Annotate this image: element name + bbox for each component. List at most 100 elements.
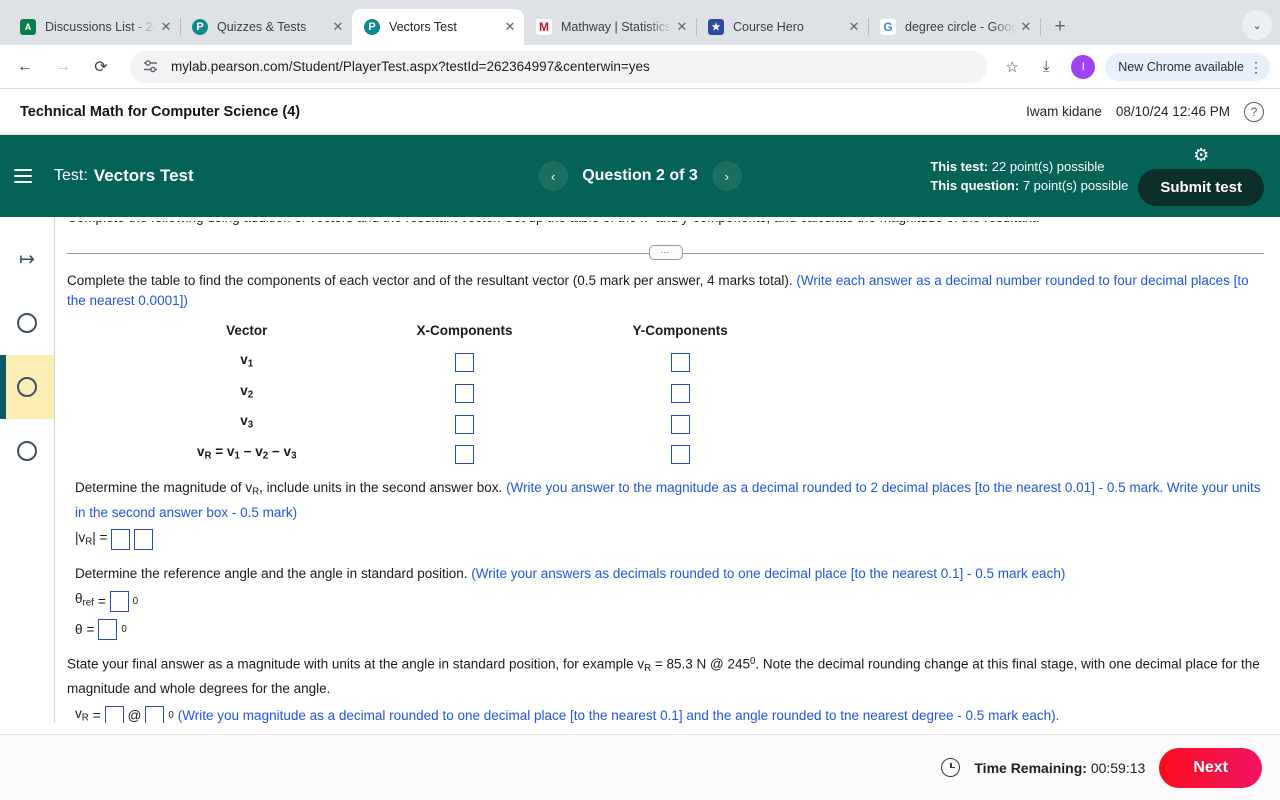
browser-toolbar: ← → ⟳ mylab.pearson.com/Student/PlayerTe… [0, 45, 1280, 89]
answer-input-final-angle[interactable] [145, 705, 165, 723]
row-label-vr: vR = v1 − v2 − v3 [197, 444, 297, 462]
browser-tab-discussions-list[interactable]: A Discussions List - 24 ✕ [8, 9, 181, 45]
download-icon[interactable]: ⤓ [1031, 52, 1061, 82]
tab-title: Quizzes & Tests [217, 20, 307, 34]
reload-icon[interactable]: ⟳ [86, 52, 116, 82]
app-top-bar: Technical Math for Computer Science (4) … [0, 89, 1280, 135]
browser-tab-degree-circle-google[interactable]: G degree circle - Googl ✕ [868, 9, 1041, 45]
degree-symbol: 0 [168, 710, 174, 722]
answer-input-x-v2[interactable] [454, 384, 474, 404]
table-row: v1 [137, 347, 788, 378]
question-sidebar: ↦ [0, 217, 55, 723]
angle-instruction-note: (Write your answers as decimals rounded … [471, 566, 1066, 582]
vector-components-table: Vector X-Components Y-Components v1 v2 v… [137, 319, 788, 470]
next-button[interactable]: Next [1159, 747, 1262, 788]
question-status-circle-icon [17, 313, 37, 333]
close-icon[interactable]: ✕ [672, 17, 692, 37]
magnitude-answer-row: |vR| = [67, 528, 1264, 553]
expand-panel-icon: ↦ [19, 248, 35, 270]
coursehero-icon: ★ [708, 19, 724, 35]
google-icon: G [880, 19, 896, 35]
cell-x-v1 [356, 347, 572, 378]
course-title: Technical Math for Computer Science (4) [20, 103, 301, 120]
sidebar-item-question-1[interactable] [0, 291, 54, 355]
answer-input-x-vr[interactable] [454, 445, 474, 465]
site-settings-icon[interactable] [142, 59, 159, 74]
theta-ref-symbol: θ [75, 591, 83, 607]
canvas-icon: A [20, 19, 36, 35]
bottom-bar: Time Remaining: 00:59:13 Next [0, 734, 1280, 800]
final-vr-label: vR [75, 704, 89, 723]
tab-search-icon[interactable]: ⌄ [1242, 10, 1272, 40]
address-bar[interactable]: mylab.pearson.com/Student/PlayerTest.asp… [130, 50, 988, 83]
column-header-x-components: X-Components [416, 323, 513, 338]
browser-tab-mathway[interactable]: M Mathway | Statistics P ✕ [524, 9, 697, 45]
header-actions: ⚙ Submit test [1138, 146, 1264, 206]
final-answer-row: vR = @ 0 (Write you magnitude as a decim… [67, 704, 1264, 723]
answer-input-reference-angle[interactable] [109, 591, 129, 613]
clipped-question-stem: Complete the following using addition of… [67, 221, 1264, 241]
avatar[interactable]: I [1071, 54, 1096, 79]
question-content: Complete the following using addition of… [55, 217, 1280, 723]
answer-input-y-v1[interactable] [670, 353, 690, 373]
theta-ref-subscript: ref [82, 598, 94, 610]
angle-instruction: Determine the reference angle and the an… [67, 564, 1264, 584]
browser-tab-quizzes-tests[interactable]: P Quizzes & Tests ✕ [180, 9, 353, 45]
close-icon[interactable]: ✕ [1016, 17, 1036, 37]
row-label-v2: v2 [240, 382, 254, 401]
sidebar-expand-button[interactable]: ↦ [0, 227, 54, 291]
close-icon[interactable]: ✕ [156, 17, 176, 37]
tab-title: Mathway | Statistics P [561, 20, 672, 34]
answer-input-y-v2[interactable] [670, 384, 690, 404]
answer-input-standard-angle[interactable] [98, 619, 118, 641]
sidebar-item-question-3[interactable] [0, 419, 54, 483]
answer-input-x-v1[interactable] [454, 353, 474, 373]
help-icon[interactable]: ? [1244, 101, 1264, 122]
browser-tab-vectors-test[interactable]: P Vectors Test ✕ [352, 9, 524, 45]
back-icon[interactable]: ← [10, 52, 40, 82]
browser-menu-icon[interactable]: ⋮ [1248, 60, 1264, 74]
theta-ref-label: θref [75, 589, 94, 614]
close-icon[interactable]: ✕ [328, 17, 348, 37]
answer-input-magnitude-units[interactable] [134, 529, 154, 551]
final-answer-note: (Write you magnitude as a decimal rounde… [177, 708, 1060, 723]
question-counter: Question 2 of 3 [582, 167, 698, 184]
splitter-handle[interactable]: ⋯ [648, 245, 683, 260]
next-question-button[interactable]: › [711, 161, 742, 191]
answer-input-magnitude-value[interactable] [111, 529, 131, 551]
question-navigator: ‹ Question 2 of 3 › [538, 161, 742, 191]
this-test-value: 22 point(s) possible [991, 159, 1105, 174]
answer-input-final-magnitude[interactable] [104, 705, 124, 723]
tab-title: Discussions List - 24 [45, 20, 156, 34]
close-icon[interactable]: ✕ [844, 17, 864, 37]
final-vr-symbol: v [75, 706, 82, 722]
sidebar-item-question-2[interactable] [0, 355, 54, 419]
cell-y-vr [572, 439, 787, 470]
work-area: ↦ Complete the following using addition … [0, 217, 1280, 723]
test-name: Vectors Test [93, 166, 194, 185]
cell-y-v2 [572, 378, 787, 409]
magnitude-instruction-text-a: Determine the magnitude of v [75, 479, 253, 495]
menu-icon[interactable] [14, 163, 40, 189]
chrome-update-button[interactable]: New Chrome available ⋮ [1105, 52, 1270, 81]
answer-input-y-vr[interactable] [670, 445, 690, 465]
row-label-v1: v1 [240, 352, 254, 370]
tab-title: degree circle - Googl [905, 20, 1016, 34]
url-text: mylab.pearson.com/Student/PlayerTest.asp… [171, 59, 650, 74]
gear-icon[interactable]: ⚙ [1193, 146, 1209, 164]
table-header-row: Vector X-Components Y-Components [137, 319, 788, 347]
theta-equals: = [86, 621, 95, 637]
panel-splitter[interactable]: ⋯ [67, 245, 1264, 261]
submit-test-button[interactable]: Submit test [1138, 169, 1264, 206]
answer-input-x-v3[interactable] [454, 414, 474, 434]
forward-icon[interactable]: → [48, 52, 78, 82]
column-header-vector: Vector [226, 323, 268, 338]
previous-question-button[interactable]: ‹ [538, 161, 569, 191]
cell-x-v3 [356, 408, 572, 439]
cell-x-vr [356, 439, 572, 470]
close-icon[interactable]: ✕ [500, 17, 520, 37]
answer-input-y-v3[interactable] [670, 414, 690, 434]
new-tab-button[interactable]: + [1046, 13, 1074, 41]
bookmark-star-icon[interactable]: ☆ [997, 52, 1027, 82]
browser-tab-course-hero[interactable]: ★ Course Hero ✕ [696, 9, 869, 45]
